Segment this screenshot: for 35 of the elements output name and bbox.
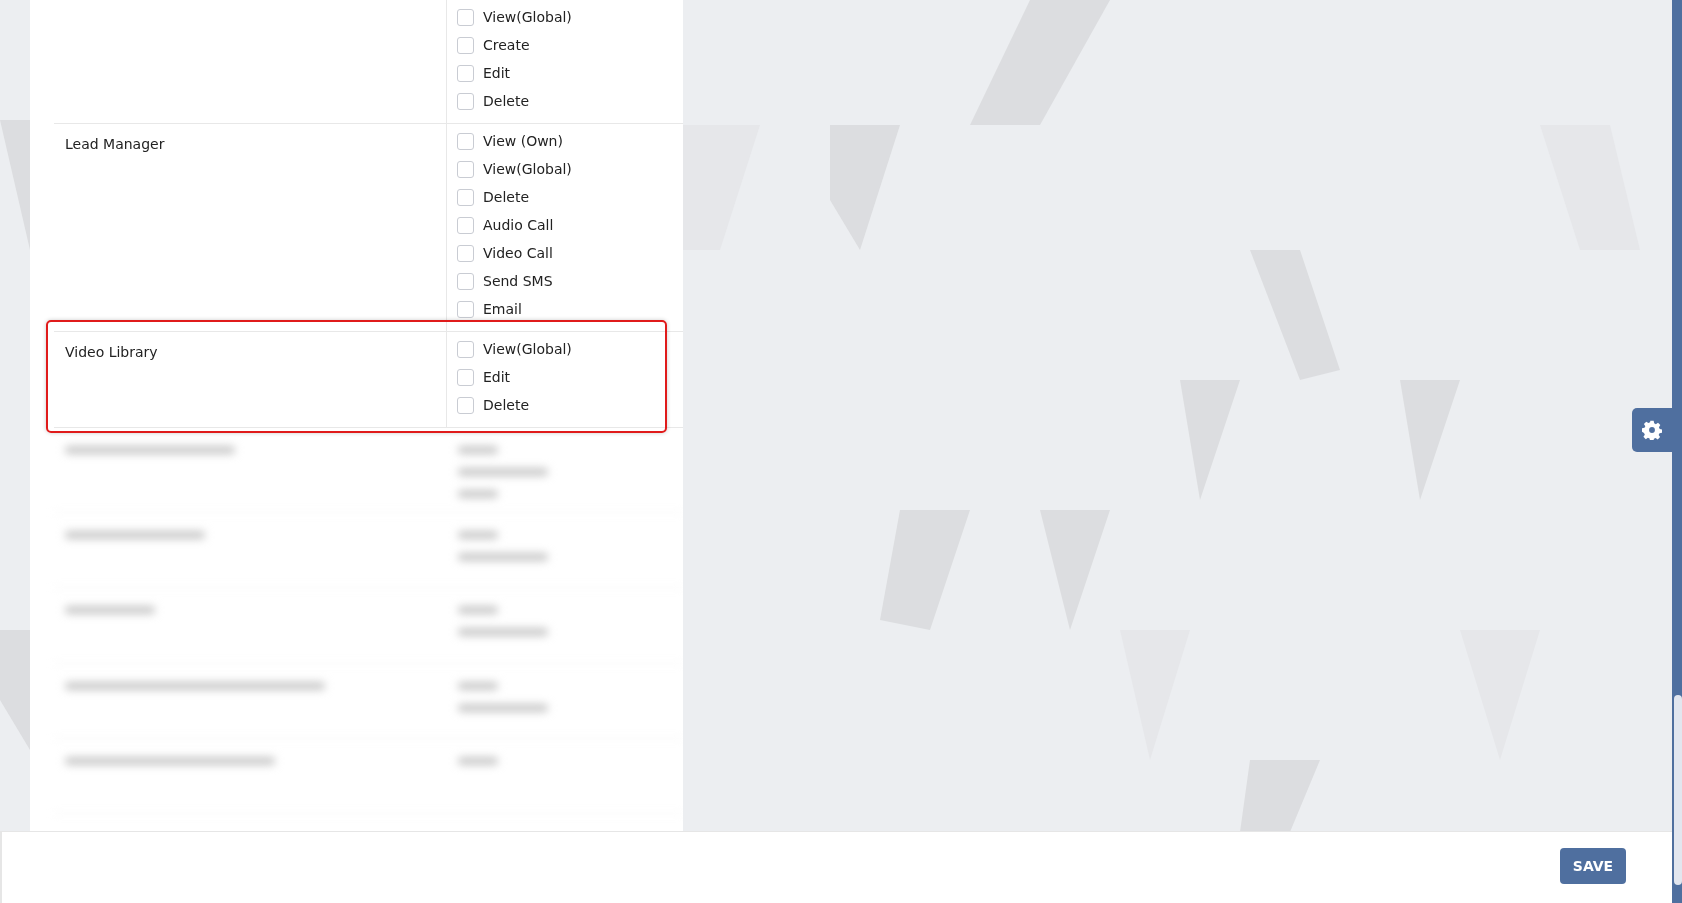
checkbox[interactable]: [457, 368, 474, 386]
permission-label: Send SMS: [483, 273, 553, 289]
checkbox[interactable]: [457, 272, 474, 290]
settings-button[interactable]: [1632, 408, 1672, 452]
permission-label: Email: [483, 301, 522, 317]
checkbox[interactable]: [457, 340, 474, 358]
settings-icon: [1642, 420, 1662, 440]
permission-label: View(Global): [483, 161, 572, 177]
checkbox[interactable]: [457, 132, 474, 150]
permission-label: Delete: [483, 397, 529, 413]
save-button[interactable]: SAVE: [1560, 848, 1626, 885]
permission-label: Delete: [483, 93, 529, 109]
checkbox[interactable]: [457, 8, 474, 26]
scrollbar[interactable]: [1672, 0, 1682, 903]
checkbox[interactable]: [457, 92, 474, 110]
checkbox[interactable]: [457, 160, 474, 178]
permission-label: Video Call: [483, 245, 553, 261]
checkbox[interactable]: [457, 188, 474, 206]
permission-label: View(Global): [483, 9, 572, 25]
permission-label: Audio Call: [483, 217, 554, 233]
checkbox[interactable]: [457, 396, 474, 414]
scrollbar-thumb[interactable]: [1674, 695, 1682, 885]
permission-label: Create: [483, 37, 530, 53]
module-name: Video Library: [65, 344, 158, 360]
module-name: Lead Manager: [65, 136, 165, 152]
permission-label: Delete: [483, 189, 529, 205]
permission-label: Edit: [483, 369, 511, 385]
checkbox[interactable]: [457, 244, 474, 262]
checkbox[interactable]: [457, 300, 474, 318]
permission-label: Edit: [483, 65, 511, 81]
checkbox[interactable]: [457, 64, 474, 82]
permission-label: View(Global): [483, 341, 572, 357]
checkbox[interactable]: [457, 216, 474, 234]
permission-label: View (Own): [483, 133, 563, 149]
checkbox[interactable]: [457, 36, 474, 54]
